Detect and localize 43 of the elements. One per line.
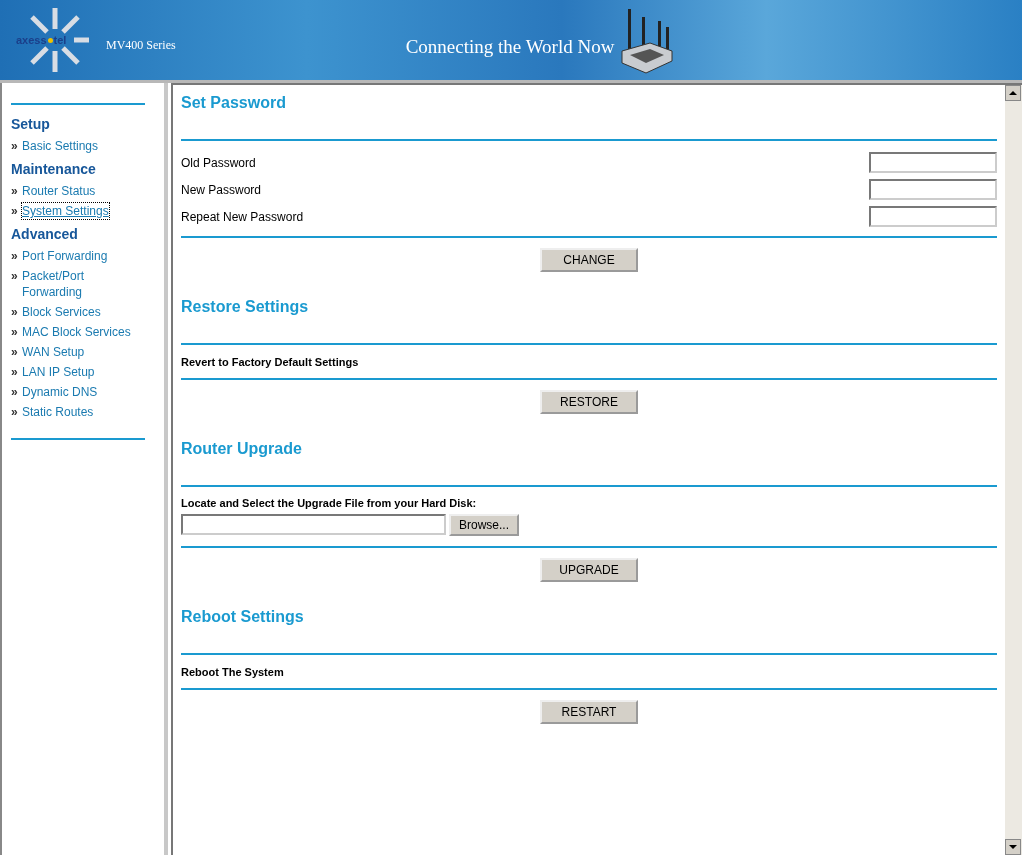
bullet-mark: »	[11, 183, 19, 199]
action-button[interactable]: CHANGE	[540, 248, 638, 272]
sidebar-heading: Setup	[11, 115, 51, 134]
sidebar-link[interactable]: MAC Block Services	[22, 324, 131, 340]
sidebar-link[interactable]: WAN Setup	[22, 344, 85, 360]
bullet-mark: »	[11, 344, 19, 360]
sidebar-link[interactable]: Block Services	[22, 304, 101, 320]
field-label: Repeat New Password	[181, 209, 304, 224]
bullet-mark: »	[11, 138, 19, 154]
bullet-mark: »	[11, 304, 19, 320]
sidebar-link[interactable]: LAN IP Setup	[22, 364, 95, 380]
sidebar-link[interactable]: System Settings	[22, 203, 109, 219]
field-label: Old Password	[181, 155, 256, 170]
section-title: Reboot Settings	[181, 607, 305, 627]
sidebar-heading: Advanced	[11, 225, 79, 244]
sidebar-link[interactable]: Dynamic DNS	[22, 384, 98, 400]
bullet-mark: »	[11, 203, 19, 219]
section-title: Restore Settings	[181, 297, 310, 317]
action-button[interactable]: RESTART	[540, 700, 638, 724]
section-text: Locate and Select the Upgrade File from your Hard Disk:	[181, 496, 478, 511]
bullet-mark: »	[11, 364, 19, 380]
section-title: Set Password	[181, 93, 287, 113]
field-label: New Password	[181, 182, 262, 197]
section-text: Reboot The System	[181, 665, 285, 680]
tagline: Connecting the World Now	[405, 36, 615, 58]
sidebar-link[interactable]: Basic Settings	[22, 138, 99, 154]
action-button[interactable]: RESTORE	[540, 390, 638, 414]
bullet-mark: »	[11, 404, 19, 420]
sidebar-heading: Maintenance	[11, 160, 97, 179]
logo-text: tel	[53, 34, 67, 46]
sidebar-link[interactable]: Packet/Port Forwarding	[22, 268, 147, 300]
bullet-mark: »	[11, 248, 19, 264]
section-title: Router Upgrade	[181, 439, 303, 459]
section-text: Revert to Factory Default Settings	[181, 355, 360, 370]
bullet-mark: »	[11, 324, 19, 340]
sidebar-link[interactable]: Static Routes	[22, 404, 94, 420]
sidebar-link[interactable]: Port Forwarding	[22, 248, 108, 264]
action-button[interactable]: UPGRADE	[540, 558, 638, 582]
bullet-mark: »	[11, 268, 19, 284]
bullet-mark: »	[11, 384, 19, 400]
sidebar-link[interactable]: Router Status	[22, 183, 96, 199]
series-label: MV400 Series	[106, 37, 176, 53]
browse-button[interactable]: Browse...	[449, 514, 519, 536]
